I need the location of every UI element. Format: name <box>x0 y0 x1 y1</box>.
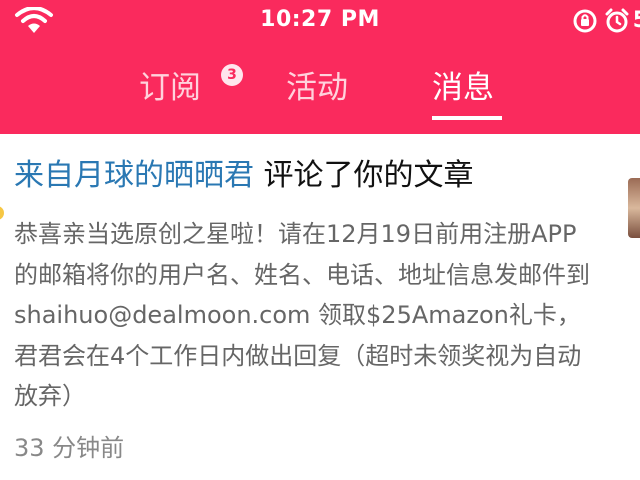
rotation-lock-icon <box>573 9 597 33</box>
tab-events[interactable]: 活动 <box>286 62 348 118</box>
tab-subscriptions[interactable]: 订阅 <box>139 62 201 118</box>
notification-time: 33 分钟前 <box>14 434 125 462</box>
status-bar: 10:27 PM 5 <box>0 0 640 42</box>
battery-percent-fragment: 5 <box>633 8 640 33</box>
subscriptions-badge: 3 <box>221 64 243 86</box>
article-thumbnail[interactable] <box>628 178 640 238</box>
active-tab-indicator <box>432 116 502 120</box>
tab-bar: 订阅 3 活动 消息 <box>0 62 640 122</box>
notification-title: 来自月球的晒晒君 评论了你的文章 <box>14 156 474 196</box>
tab-messages[interactable]: 消息 <box>432 62 494 118</box>
alarm-icon <box>605 8 629 33</box>
author-link[interactable]: 来自月球的晒晒君 <box>14 158 254 193</box>
notification-card[interactable]: 来自月球的晒晒君 评论了你的文章 恭喜亲当选原创之星啦！请在12月19日前用注册… <box>0 134 640 480</box>
notification-body: 恭喜亲当选原创之星啦！请在12月19日前用注册APP的邮箱将你的用户名、姓名、电… <box>14 220 590 410</box>
notification-action: 评论了你的文章 <box>254 158 474 193</box>
status-time: 10:27 PM <box>260 7 380 32</box>
unread-indicator <box>0 206 4 220</box>
top-header: 10:27 PM 5 订阅 3 活动 消息 <box>0 0 640 134</box>
